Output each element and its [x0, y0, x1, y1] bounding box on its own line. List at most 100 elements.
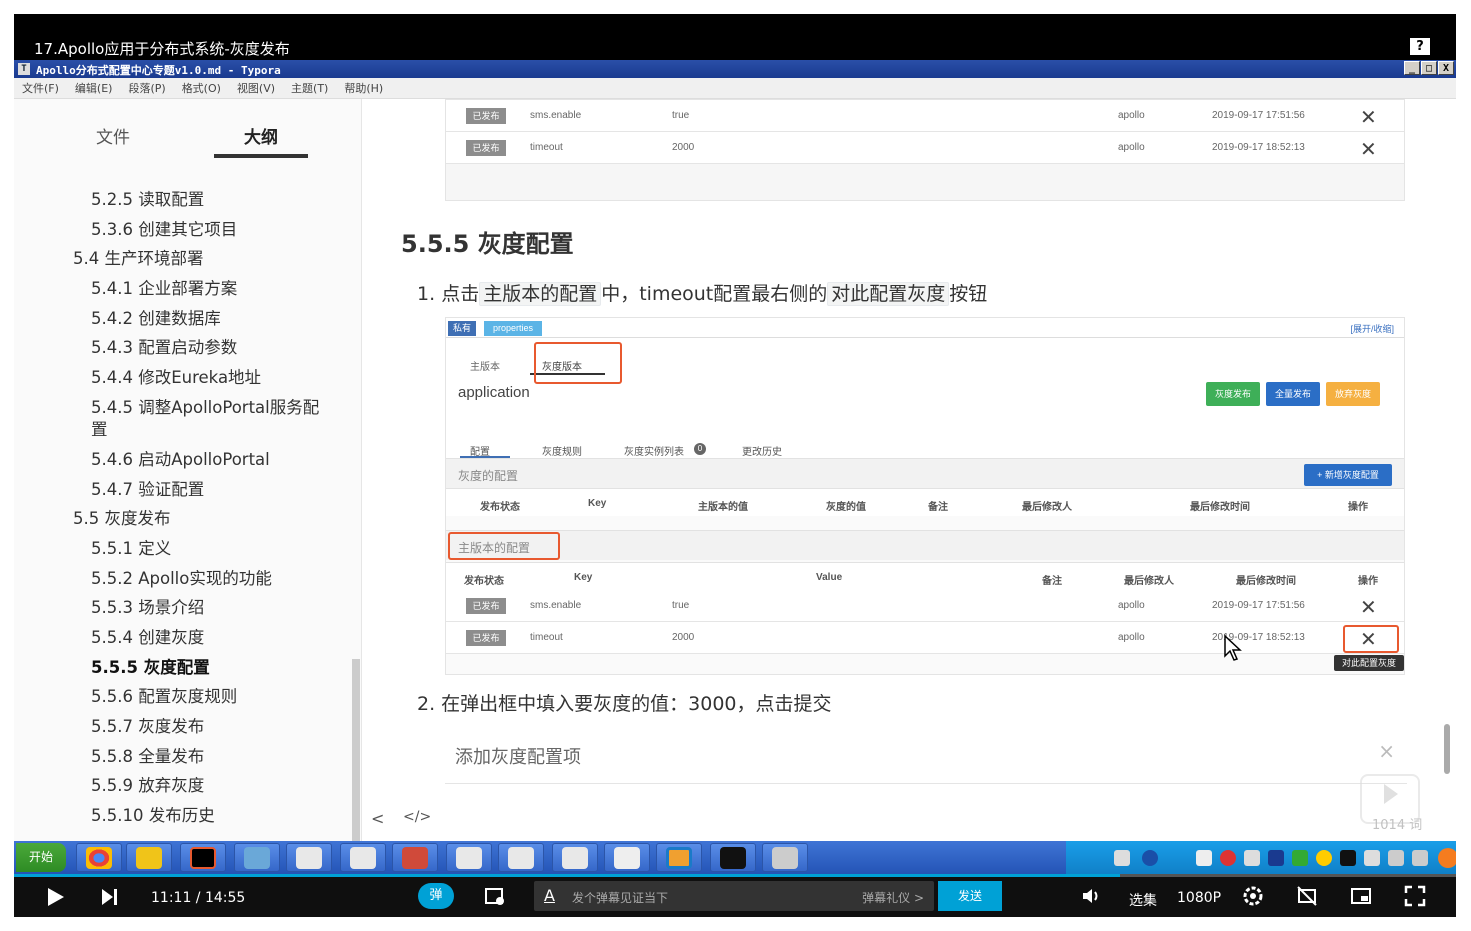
- help-tray-icon[interactable]: [1142, 850, 1158, 866]
- next-icon[interactable]: [98, 886, 120, 908]
- source-mode-button[interactable]: </>: [403, 809, 431, 825]
- text: 按钮: [949, 283, 988, 305]
- network-tray-icon[interactable]: [1388, 850, 1404, 866]
- outline-item-active[interactable]: 5.5.5 灰度配置: [91, 657, 210, 678]
- danmaku-toggle[interactable]: 弹: [418, 883, 454, 909]
- menu-file[interactable]: 文件(F): [22, 80, 59, 96]
- vm-taskbar-icon[interactable]: [656, 843, 702, 872]
- progress-fill: [14, 874, 1120, 877]
- outline-item[interactable]: 5.5.1 定义: [91, 538, 171, 559]
- settings-icon[interactable]: [1242, 885, 1264, 907]
- remote-taskbar-icon[interactable]: [762, 843, 808, 872]
- outline-item-wrap[interactable]: 置: [91, 419, 108, 440]
- tab-files[interactable]: 文件: [96, 123, 130, 148]
- editor-scrollbar[interactable]: [1444, 724, 1450, 774]
- help-icon[interactable]: ?: [1410, 38, 1430, 55]
- outline-item[interactable]: 5.5.4 创建灰度: [91, 627, 204, 648]
- embedded-dialog-preview: 添加灰度配置项 ×: [445, 719, 1407, 789]
- tray-icon[interactable]: [1114, 850, 1130, 866]
- menu-edit[interactable]: 编辑(E): [75, 80, 113, 96]
- play-icon[interactable]: [44, 886, 66, 908]
- minimize-button[interactable]: _: [1404, 61, 1420, 75]
- col-comment: 备注: [928, 502, 948, 513]
- tray-icon[interactable]: [1340, 850, 1356, 866]
- java-taskbar-icon[interactable]: [340, 843, 386, 872]
- outline-item[interactable]: 5.4.3 配置启动参数: [91, 337, 237, 358]
- app-taskbar-icon[interactable]: [392, 843, 438, 872]
- outline-item[interactable]: 5.4.5 调整ApolloPortal服务配: [91, 397, 319, 418]
- explorer-taskbar-icon[interactable]: [126, 843, 172, 872]
- instance-count-badge: 0: [694, 443, 706, 455]
- outline-item[interactable]: 5.4 生产环境部署: [73, 248, 204, 269]
- outline-item[interactable]: 5.4.2 创建数据库: [91, 308, 221, 329]
- app-taskbar-icon[interactable]: [234, 843, 280, 872]
- outline-item[interactable]: 5.4.6 启动ApolloPortal: [91, 449, 270, 470]
- outline-item[interactable]: 5.5.2 Apollo实现的功能: [91, 568, 272, 589]
- toggle-sidebar-button[interactable]: <: [371, 809, 384, 828]
- windows-taskbar: 开始: [14, 841, 1456, 874]
- cmd-taskbar-icon[interactable]: [710, 843, 756, 872]
- outline-item[interactable]: 5.4.1 企业部署方案: [91, 278, 237, 299]
- danmaku-input[interactable]: A 发个弹幕见证当下 弹幕礼仪 >: [534, 881, 934, 911]
- config-tools-icon: ✕: [1360, 107, 1377, 129]
- java-taskbar-icon[interactable]: [446, 843, 492, 872]
- fullscreen-icon[interactable]: [1404, 885, 1426, 907]
- highlight-box: [534, 342, 622, 384]
- outline-item[interactable]: 5.5 灰度发布: [73, 508, 171, 529]
- outline-item[interactable]: 5.5.7 灰度发布: [91, 716, 204, 737]
- outline-item[interactable]: 5.2.5 读取配置: [91, 189, 204, 210]
- format-tag: properties: [484, 321, 542, 336]
- outline-item[interactable]: 5.3.6 创建其它项目: [91, 219, 237, 240]
- tray-icon[interactable]: [1316, 850, 1332, 866]
- tray-icon[interactable]: [1196, 850, 1212, 866]
- quality-select[interactable]: 1080P: [1177, 890, 1221, 906]
- episode-select[interactable]: 选集: [1129, 890, 1157, 910]
- menu-bar: 文件(F) 编辑(E) 段落(P) 格式(O) 视图(V) 主题(T) 帮助(H…: [14, 78, 1456, 99]
- outline-item[interactable]: 5.5.10 发布历史: [91, 805, 215, 826]
- typora-taskbar-icon[interactable]: [604, 843, 650, 872]
- outline-item[interactable]: 5.5.9 放弃灰度: [91, 775, 204, 796]
- progress-bar[interactable]: [14, 874, 1456, 877]
- tray-icon[interactable]: [1438, 848, 1456, 868]
- maximize-button[interactable]: □: [1421, 61, 1437, 75]
- java-taskbar-icon[interactable]: [286, 843, 332, 872]
- menu-format[interactable]: 格式(O): [182, 80, 221, 96]
- highlight-box: [1343, 625, 1399, 653]
- chrome-taskbar-icon[interactable]: [76, 843, 122, 872]
- danmaku-etiquette-link[interactable]: 弹幕礼仪 >: [862, 889, 924, 906]
- video-title-bar: 17.Apollo应用于分布式系统-灰度发布 ?: [14, 14, 1456, 60]
- tab-active-indicator: [214, 154, 308, 158]
- col-status: 发布状态: [480, 502, 520, 513]
- gray-table-header: 发布状态 Key 主版本的值 灰度的值 备注 最后修改人 最后修改时间 操作: [446, 488, 1404, 516]
- tray-icon[interactable]: [1364, 850, 1380, 866]
- menu-help[interactable]: 帮助(H): [344, 80, 383, 96]
- danmaku-off-icon[interactable]: [1296, 885, 1318, 907]
- outline-item[interactable]: 5.4.7 验证配置: [91, 479, 204, 500]
- outline-item[interactable]: 5.5.6 配置灰度规则: [91, 686, 237, 707]
- intellij-taskbar-icon[interactable]: [180, 843, 226, 872]
- volume-icon[interactable]: [1080, 885, 1102, 907]
- sidebar-scrollbar[interactable]: [352, 659, 360, 841]
- outline-item[interactable]: 5.5.3 场景介绍: [91, 597, 204, 618]
- pip-icon[interactable]: [1350, 885, 1372, 907]
- play-overlay-icon[interactable]: 1014 词: [1360, 774, 1422, 833]
- volume-tray-icon[interactable]: [1412, 850, 1428, 866]
- tab-outline[interactable]: 大纲: [244, 123, 278, 148]
- java-taskbar-icon[interactable]: [552, 843, 598, 872]
- tray-icon[interactable]: [1220, 850, 1236, 866]
- menu-theme[interactable]: 主题(T): [291, 80, 328, 96]
- menu-view[interactable]: 视图(V): [237, 80, 275, 96]
- text-style-icon[interactable]: A: [544, 886, 555, 905]
- outline-item[interactable]: 5.5.8 全量发布: [91, 746, 204, 767]
- col-modified-time: 最后修改时间: [1190, 502, 1250, 513]
- send-button[interactable]: 发送: [938, 881, 1002, 911]
- menu-paragraph[interactable]: 段落(P): [128, 80, 165, 96]
- close-button[interactable]: X: [1438, 61, 1454, 75]
- tray-icon[interactable]: [1244, 850, 1260, 866]
- bluetooth-tray-icon[interactable]: [1268, 850, 1284, 866]
- start-button[interactable]: 开始: [16, 843, 66, 872]
- outline-item[interactable]: 5.4.4 修改Eureka地址: [91, 367, 261, 388]
- java-taskbar-icon[interactable]: [498, 843, 544, 872]
- nvidia-tray-icon[interactable]: [1292, 850, 1308, 866]
- danmaku-settings-icon[interactable]: [484, 885, 506, 907]
